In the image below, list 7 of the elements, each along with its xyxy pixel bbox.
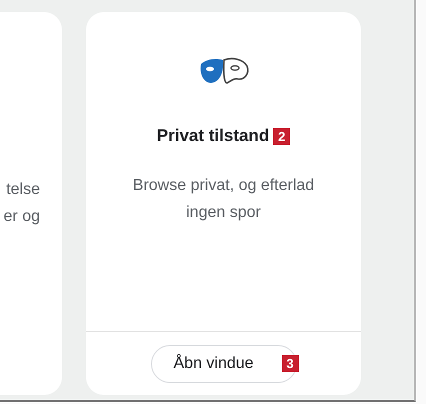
card-description: telse [6,180,40,200]
card-title: Privat tilstand [156,126,270,146]
card-description: er og [4,207,40,227]
card-description: ingen spor [186,203,261,223]
number-badge: 2 [273,128,290,144]
number-badge: 3 [282,354,298,372]
card-description: Browse privat, og efterlad [132,176,314,196]
